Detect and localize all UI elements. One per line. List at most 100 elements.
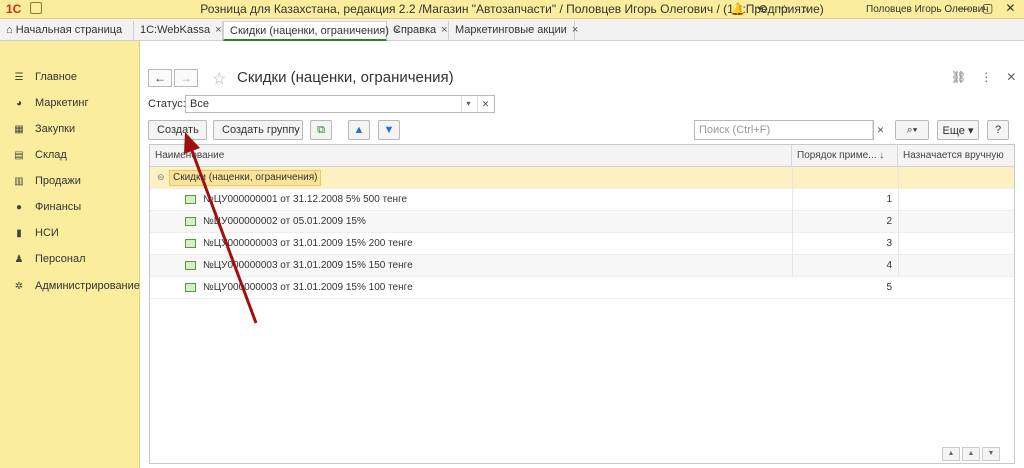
table-row[interactable]: №ЦУ000000003 от 31.01.2009 15% 100 тенге… — [150, 277, 1014, 299]
favorite-icon[interactable]: ☆ — [779, 2, 790, 17]
tab-discounts[interactable]: Скидки (наценки, ограничения) × — [223, 21, 400, 41]
document-icon — [185, 283, 196, 292]
pie-chart-icon: ◕ — [15, 97, 23, 109]
more-vertical-icon[interactable]: ⋮ — [980, 70, 992, 84]
sidebar-item-admin[interactable]: ✲ Администрирование — [0, 276, 140, 296]
table-row[interactable]: №ЦУ000000002 от 05.01.2009 15% 2 — [150, 211, 1014, 233]
scroll-top-icon[interactable]: ▲ — [942, 447, 960, 461]
create-group-button[interactable]: Создать группу — [213, 120, 303, 140]
group-row[interactable]: ⊖ Скидки (наценки, ограничения) — [150, 167, 1014, 189]
sidebar-item-staff[interactable]: ♟ Персонал — [0, 249, 140, 269]
row-order: 5 — [886, 282, 892, 293]
group-label: Скидки (наценки, ограничения) — [169, 170, 322, 186]
chevron-down-icon[interactable]: ▾ — [461, 96, 475, 112]
sidebar: ☰ Главное ◕ Маркетинг ▦ Закупки ▤ Склад ▥ Про… — [0, 41, 140, 468]
person-icon: ♟ — [14, 253, 24, 265]
back-button[interactable]: ← — [148, 69, 172, 87]
tab-marketing-actions[interactable]: Маркетинговые акции × — [449, 21, 578, 41]
search-icon[interactable]: ⌕ — [802, 2, 809, 17]
search-input[interactable]: Поиск (Ctrl+F) — [694, 120, 874, 140]
notification-icon[interactable]: 🔔 — [730, 2, 745, 17]
sidebar-item-main[interactable]: ☰ Главное — [0, 67, 140, 87]
sidebar-item-finance[interactable]: ● Финансы — [0, 197, 140, 217]
tab-close-icon[interactable]: × — [572, 24, 578, 36]
table-row[interactable]: №ЦУ000000003 от 31.01.2009 15% 200 тенге… — [150, 233, 1014, 255]
sidebar-item-label: Администрирование — [35, 280, 140, 292]
maximize-icon[interactable]: ▢ — [982, 1, 993, 15]
row-order: 1 — [886, 194, 892, 205]
table-row[interactable]: №ЦУ000000001 от 31.12.2008 5% 500 тенге … — [150, 189, 1014, 211]
document-icon — [185, 195, 196, 204]
sidebar-item-nsi[interactable]: ▮ НСИ — [0, 223, 140, 243]
tab-bar: ⌂ Начальная страница 1С:WebKassa × Скидки… — [0, 19, 1024, 41]
clear-icon[interactable]: ✕ — [477, 96, 493, 112]
arrow-down-icon: ▼ — [383, 124, 395, 136]
tab-close-icon[interactable]: × — [441, 24, 447, 36]
row-order: 4 — [886, 260, 892, 271]
move-up-button[interactable]: ▲ — [348, 120, 370, 140]
tab-close-icon[interactable]: × — [215, 24, 221, 36]
favorite-star-icon[interactable]: ☆ — [212, 69, 226, 89]
sidebar-item-marketing[interactable]: ◕ Маркетинг — [0, 93, 140, 113]
column-header-name[interactable]: Наименование — [150, 145, 792, 167]
coin-icon: ● — [15, 201, 23, 213]
status-field[interactable]: Все — [185, 95, 495, 113]
link-icon[interactable]: ⛓ — [951, 70, 966, 84]
sidebar-item-purchases[interactable]: ▦ Закупки — [0, 119, 140, 139]
sidebar-item-label: Склад — [35, 149, 67, 161]
header-icons: ⛓ ⋮ ✕ — [951, 70, 1016, 84]
sidebar-item-warehouse[interactable]: ▤ Склад — [0, 145, 140, 165]
more-button[interactable]: Еще ▾ — [937, 120, 979, 140]
search-clear-icon[interactable]: ✕ — [872, 121, 888, 139]
scroll-buttons: ▲ ▲ ▼ — [942, 447, 1000, 461]
create-button[interactable]: Создать — [148, 120, 207, 140]
sidebar-item-label: НСИ — [35, 227, 59, 239]
shop-icon: ▥ — [14, 175, 24, 187]
tab-webkassa[interactable]: 1С:WebKassa × — [134, 21, 223, 41]
row-order: 2 — [886, 216, 892, 227]
more-label: Еще — [942, 125, 965, 137]
tab-home[interactable]: ⌂ Начальная страница — [0, 21, 134, 41]
search-options-button[interactable]: ⌕▾ — [895, 120, 929, 140]
collapse-icon[interactable]: ⊖ — [157, 172, 165, 183]
sidebar-item-sales[interactable]: ▥ Продажи — [0, 171, 140, 191]
status-value: Все — [190, 98, 209, 110]
forward-button[interactable]: → — [174, 69, 198, 87]
column-header-manual[interactable]: Назначается вручную — [898, 145, 1014, 167]
scroll-up-icon[interactable]: ▲ — [962, 447, 980, 461]
close-form-icon[interactable]: ✕ — [1006, 70, 1016, 84]
row-name: №ЦУ000000002 от 05.01.2009 15% — [203, 216, 366, 227]
row-name: №ЦУ000000001 от 31.12.2008 5% 500 тенге — [203, 194, 408, 205]
sidebar-item-label: Закупки — [35, 123, 76, 135]
tab-help[interactable]: Справка × — [387, 21, 449, 41]
help-button[interactable]: ? — [987, 120, 1009, 140]
table-row[interactable]: №ЦУ000000003 от 31.01.2009 15% 150 тенге… — [150, 255, 1014, 277]
row-name: №ЦУ000000003 от 31.01.2009 15% 100 тенге — [203, 282, 413, 293]
gear-icon: ✲ — [14, 280, 24, 292]
sidebar-item-label: Главное — [35, 71, 78, 83]
scroll-down-icon[interactable]: ▼ — [982, 447, 1000, 461]
main-area: ← → ☆ Скидки (наценки, ограничения) ⛓ ⋮ … — [141, 41, 1024, 468]
close-icon[interactable]: ✕ — [1005, 1, 1015, 15]
document-icon — [185, 239, 196, 248]
column-header-order[interactable]: Порядок приме... ↓ — [792, 145, 898, 167]
title-bar: 1С Розница для Казахстана, редакция 2.2 … — [0, 0, 1024, 19]
title-right-icons: 🔔 ⟲ ☆ ⌕ — [730, 2, 809, 17]
move-down-button[interactable]: ▼ — [378, 120, 400, 140]
history-icon[interactable]: ⟲ — [757, 2, 767, 17]
tab-label: 1С:WebKassa — [140, 24, 211, 36]
row-name: №ЦУ000000003 от 31.01.2009 15% 200 тенге — [203, 238, 413, 249]
copy-button[interactable]: ⧉ — [310, 120, 332, 140]
row-name: №ЦУ000000003 от 31.01.2009 15% 150 тенге — [203, 260, 413, 271]
tab-label: Скидки (наценки, ограничения) — [230, 25, 389, 37]
sidebar-item-label: Финансы — [35, 201, 82, 213]
minimize-icon[interactable]: — — [958, 1, 970, 15]
table-header: Наименование Порядок приме... ↓ Назначае… — [150, 145, 1014, 167]
warehouse-icon: ▤ — [14, 149, 24, 161]
page-title: Скидки (наценки, ограничения) — [237, 69, 454, 86]
window-controls: — ▢ ✕ — [958, 1, 1015, 15]
magnifier-icon: ⌕▾ — [906, 124, 918, 136]
document-icon — [185, 261, 196, 270]
tab-label: Начальная страница — [15, 24, 123, 36]
tab-label: Маркетинговые акции — [455, 24, 567, 36]
